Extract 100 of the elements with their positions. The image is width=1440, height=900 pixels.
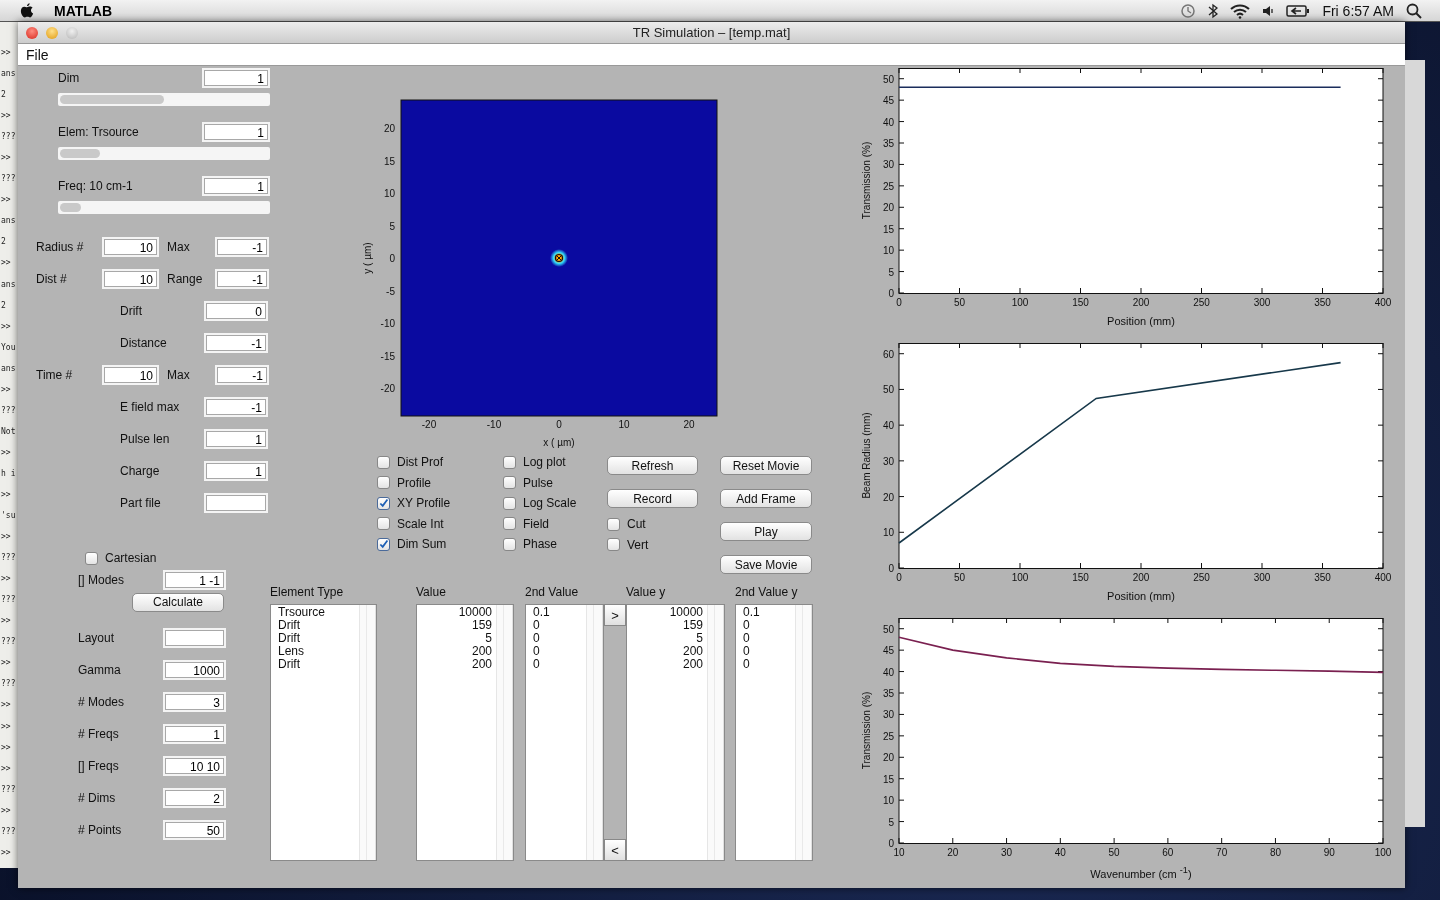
list-item[interactable]: 159 [682, 619, 703, 632]
list-item[interactable]: 0.1 [743, 606, 760, 619]
slider[interactable] [58, 201, 270, 214]
list-item[interactable]: 5 [485, 632, 492, 645]
list-item[interactable]: 200 [471, 658, 492, 671]
input-field[interactable]: 3 [163, 692, 226, 712]
list-box[interactable]: 10000 159 5 200 200 [416, 604, 514, 861]
checkbox[interactable] [85, 551, 98, 565]
input-field[interactable]: 10 [102, 365, 159, 385]
list-box[interactable]: 0.1 0 0 0 0 [525, 604, 604, 861]
tick-label: 10 [882, 245, 894, 257]
input-field[interactable]: 10 [102, 237, 159, 257]
input-field[interactable]: -1 [204, 397, 268, 417]
input-field[interactable]: -1 [215, 365, 269, 385]
checkbox[interactable] [503, 476, 516, 490]
apple-icon[interactable] [20, 2, 34, 19]
slider[interactable] [58, 93, 270, 106]
push-button[interactable]: Save Movie [720, 555, 812, 574]
list-item[interactable]: 5 [696, 632, 703, 645]
scroll-track[interactable] [707, 605, 724, 860]
list-item[interactable]: 0 [533, 645, 540, 658]
input-field[interactable]: 1 [204, 429, 268, 449]
input-field[interactable]: 2 [163, 788, 226, 808]
input-field[interactable]: 1000 [163, 660, 226, 680]
list-item[interactable]: 10000 [669, 606, 703, 619]
battery-icon[interactable] [1286, 2, 1311, 19]
input-field[interactable]: 0 [204, 301, 268, 321]
slider-thumb[interactable] [60, 95, 164, 104]
tick-label: 25 [882, 730, 894, 742]
list-box[interactable]: Trsource Drift Drift Lens Drift [270, 604, 377, 861]
list-item[interactable]: Lens [278, 645, 305, 658]
input-field[interactable] [163, 628, 226, 648]
scroll-track[interactable] [586, 605, 603, 860]
list-item[interactable]: 0 [743, 619, 750, 632]
list-item[interactable]: Trsource [278, 606, 325, 619]
checkbox[interactable] [377, 476, 390, 490]
scroll-track[interactable] [795, 605, 812, 860]
app-menu[interactable]: MATLAB [54, 2, 113, 19]
checkbox[interactable] [503, 517, 516, 531]
checkbox[interactable] [607, 538, 620, 552]
list-item[interactable]: 0 [743, 632, 750, 645]
checkbox[interactable] [503, 537, 516, 551]
input-field[interactable]: 1 [163, 724, 226, 744]
input-field[interactable] [204, 493, 268, 513]
list-item[interactable]: 200 [682, 658, 703, 671]
input-field[interactable]: -1 [215, 269, 269, 289]
list-item[interactable]: 200 [471, 645, 492, 658]
list-item[interactable]: Drift [278, 632, 300, 645]
search-icon[interactable] [1406, 2, 1422, 19]
push-button[interactable]: Reset Movie [720, 456, 812, 475]
input-field[interactable]: 10 10 [163, 756, 226, 776]
list-item[interactable]: 0 [743, 645, 750, 658]
list-item[interactable]: 159 [471, 619, 492, 632]
input-field[interactable]: 1 [204, 461, 268, 481]
input-field[interactable]: 1 [202, 122, 270, 142]
checkbox-label: Scale Int [397, 516, 444, 531]
list-item[interactable]: Drift [278, 619, 300, 632]
input-field[interactable]: 1 [202, 68, 270, 88]
scroll-track[interactable] [359, 605, 376, 860]
clock-icon[interactable] [1180, 2, 1197, 19]
input-field[interactable]: 1 -1 [163, 570, 226, 590]
checkbox[interactable] [607, 517, 620, 531]
slider-thumb[interactable] [60, 203, 81, 212]
menu-item[interactable]: File [26, 46, 49, 63]
move-button[interactable]: > [604, 604, 626, 626]
menu-clock[interactable]: Fri 6:57 AM [1322, 2, 1394, 19]
push-button[interactable]: Add Frame [720, 489, 812, 508]
scroll-track[interactable] [496, 605, 513, 860]
list-item[interactable]: 0 [743, 658, 750, 671]
checkbox-label: Profile [397, 475, 431, 490]
wifi-icon[interactable] [1230, 2, 1251, 19]
checkbox[interactable] [503, 496, 516, 510]
input-field[interactable]: 1 [202, 176, 270, 196]
bluetooth-icon[interactable] [1208, 2, 1219, 19]
list-box[interactable]: 0.1 0 0 0 0 [735, 604, 813, 861]
list-item[interactable]: 10000 [458, 606, 492, 619]
input-field[interactable]: -1 [215, 237, 269, 257]
slider[interactable] [58, 147, 270, 160]
checkbox[interactable] [377, 517, 390, 531]
input-field[interactable]: 50 [163, 820, 226, 840]
calculate-button[interactable]: Calculate [132, 592, 224, 612]
checkbox[interactable] [377, 496, 390, 510]
list-item[interactable]: 0 [533, 619, 540, 632]
input-field[interactable]: -1 [204, 333, 268, 353]
input-field[interactable]: 10 [102, 269, 159, 289]
checkbox[interactable] [503, 455, 516, 469]
push-button[interactable]: Refresh [607, 456, 698, 475]
move-button[interactable]: < [604, 839, 626, 861]
push-button[interactable]: Play [720, 522, 812, 541]
close-button[interactable] [26, 26, 38, 39]
push-button[interactable]: Record [607, 489, 698, 508]
slider-thumb[interactable] [60, 149, 100, 158]
list-item[interactable]: 0 [533, 658, 540, 671]
list-item[interactable]: Drift [278, 658, 300, 671]
checkbox[interactable] [377, 455, 390, 469]
checkbox[interactable] [377, 537, 390, 551]
list-item[interactable]: 0.1 [533, 606, 550, 619]
list-box[interactable]: 10000 159 5 200 200 [626, 604, 725, 861]
list-item[interactable]: 0 [533, 632, 540, 645]
list-item[interactable]: 200 [682, 645, 703, 658]
